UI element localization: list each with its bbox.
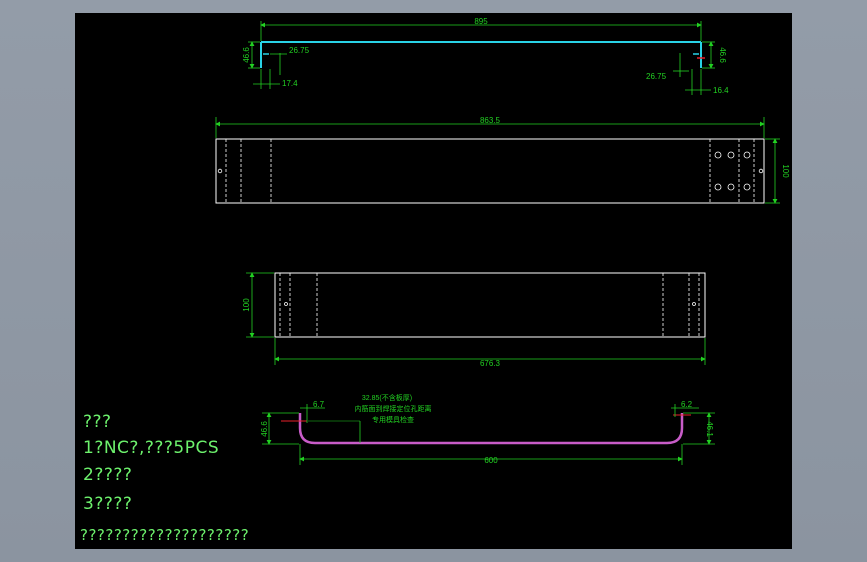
bottom-view-right-height-dim: 46.1 [705,421,714,437]
top-view-left-offset-dim: 26.75 [289,46,310,55]
back-view: 100 676.3 [242,272,706,368]
notes-line-1: 1?NC?,???5PCS [83,438,220,458]
front-view-hole [217,168,223,174]
top-view: 895 46.6 46.6 26.75 17.4 26.75 16.4 [242,17,729,95]
front-view-length-dim: 863.5 [480,116,501,125]
bottom-view-right-offset-dim: 6.2 [681,400,693,409]
front-view-height-dim: 100 [781,164,790,178]
bottom-view-profile [298,413,684,445]
bottom-view-left-height-dim: 46.6 [260,421,269,437]
back-view-hole [284,302,288,306]
front-view-hole [727,183,735,191]
front-view-hole [714,183,722,191]
bottom-view-note-line1: 32.85(不含板厚) [362,393,412,402]
cad-canvas[interactable]: 895 46.6 46.6 26.75 17.4 26.75 16.4 863.… [75,13,792,549]
notes-footer: ???????????????????? [80,526,250,544]
notes-line-2: 2???? [83,465,133,485]
top-view-left-height-dim: 46.6 [242,47,251,63]
bottom-view: 46.6 46.1 6.7 6.2 600 32.85(不含板厚) 内筋面到焊接… [260,393,715,465]
front-view-hole [714,151,722,159]
top-view-right-offset-dim: 26.75 [646,72,667,81]
bottom-view-left-offset-dim: 6.7 [313,400,325,409]
back-view-height-dim: 100 [242,298,251,312]
front-view-hole [743,151,751,159]
bottom-view-note-line2: 内筋面到焊接定位孔距离 [355,404,432,413]
back-view-outline [274,272,706,338]
top-view-left-flange-dim: 17.4 [282,79,298,88]
front-view: 863.5 100 [215,116,790,204]
back-view-length-dim: 676.3 [480,359,501,368]
cad-drawing: 895 46.6 46.6 26.75 17.4 26.75 16.4 863.… [215,17,790,465]
top-view-right-height-dim: 46.6 [718,47,727,63]
bottom-view-note-line3: 专用模具检查 [372,415,414,424]
front-view-hole [758,168,764,174]
front-view-hole [743,183,751,191]
back-view-hole [692,302,696,306]
top-view-right-flange-dim: 16.4 [713,86,729,95]
front-view-outline [215,138,765,204]
notes-title: ??? [83,412,112,432]
front-view-hole [727,151,735,159]
notes-line-3: 3???? [83,494,133,514]
bottom-view-span-dim: 600 [484,456,498,465]
top-view-overall-dim: 895 [474,17,488,26]
